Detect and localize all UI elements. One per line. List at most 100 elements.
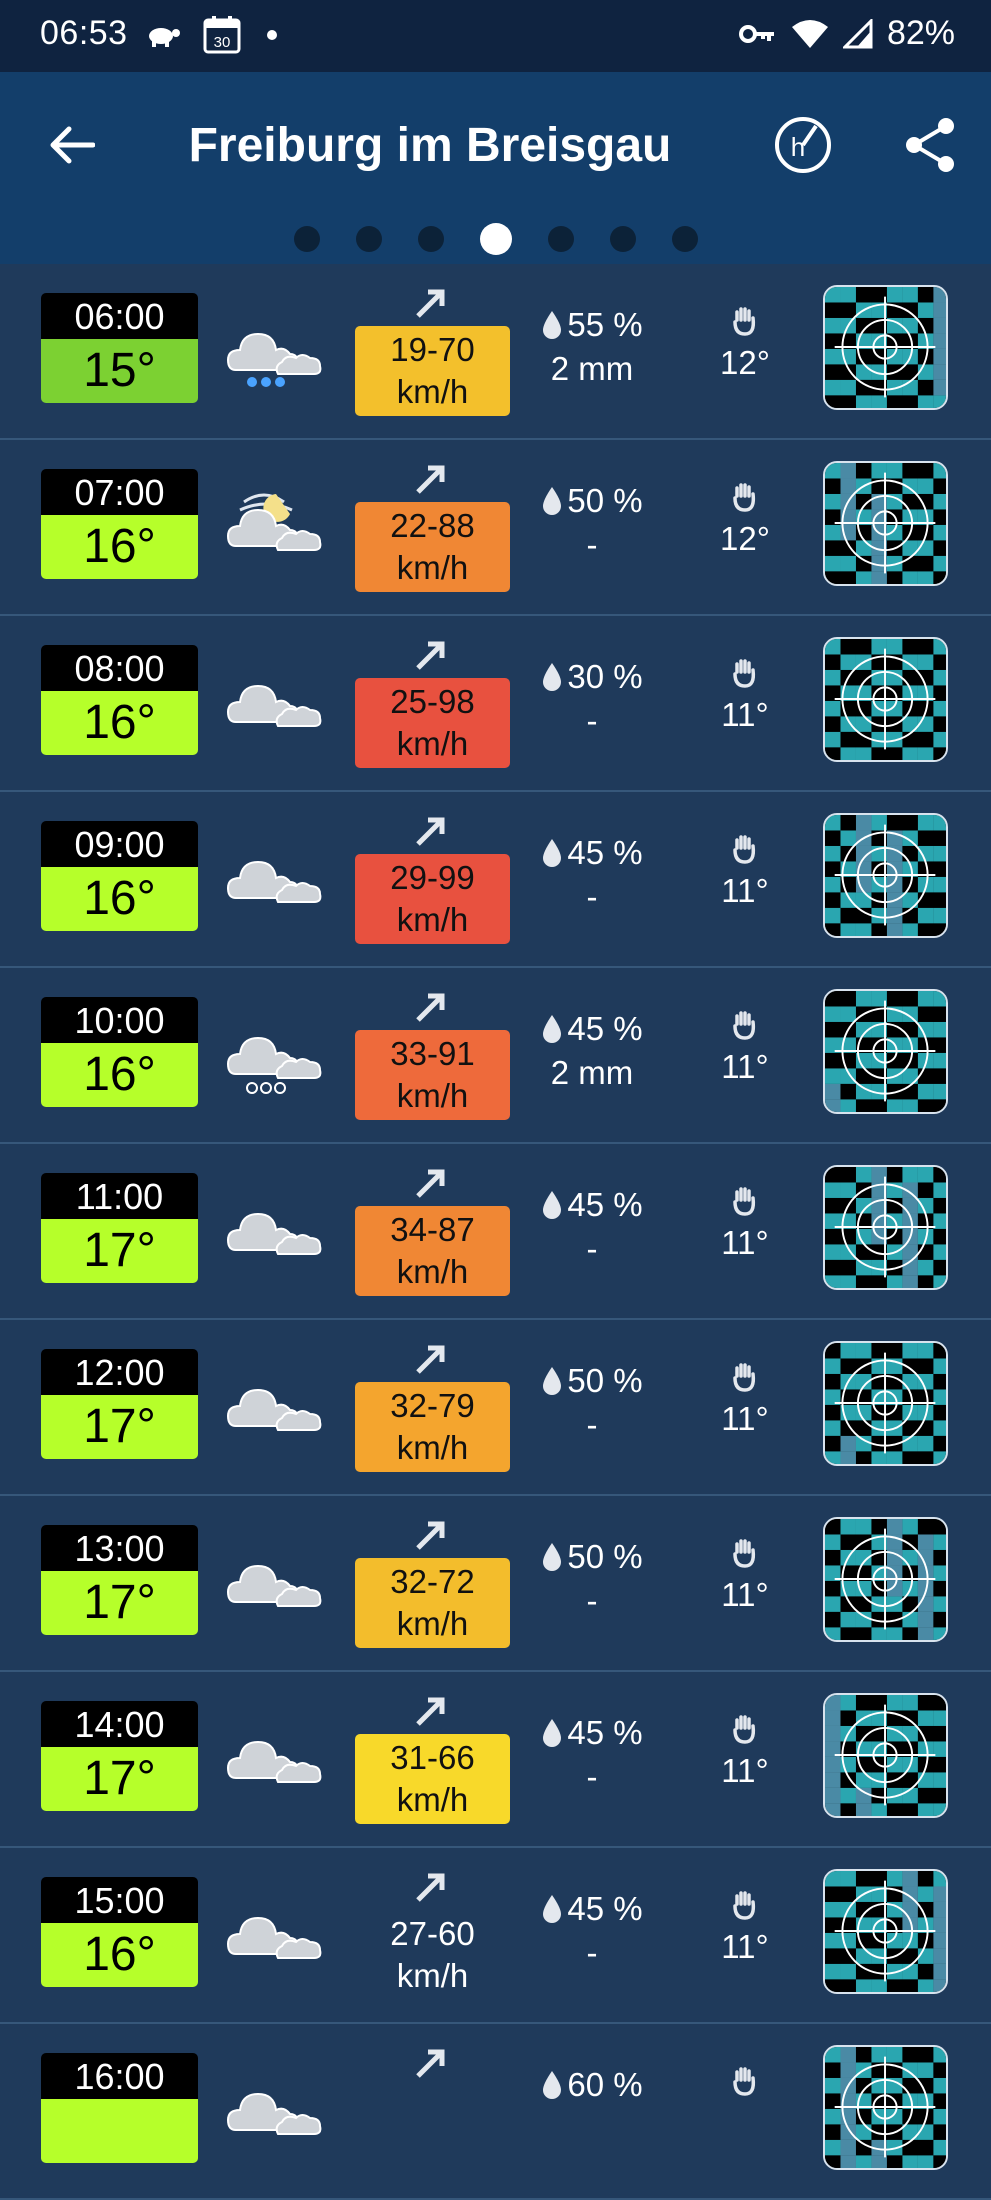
forecast-row[interactable]: 11:00 17° 34-87 km/h 45 % - 11° — [0, 1144, 991, 1320]
time-temp-box: 07:00 16° — [41, 469, 198, 579]
hand-icon — [733, 659, 756, 688]
feels-like-temp: 11° — [721, 1224, 769, 1261]
hourly-forecast-list[interactable]: 06:00 15° 19-70 km/h 55 % 2 mm 12° 07:00 16° 22-8… — [0, 264, 991, 2200]
feels-like-temp: 11° — [721, 1400, 769, 1437]
page-dot[interactable] — [355, 226, 382, 252]
rain-amount: - — [586, 702, 598, 739]
wind-unit: km/h — [396, 1253, 469, 1290]
radar-thumbnail[interactable] — [823, 1341, 948, 1466]
rain-amount: - — [586, 1230, 598, 1267]
feels-like-temp: 11° — [721, 1752, 769, 1789]
rain-amount: - — [586, 1582, 598, 1619]
feels-like-temp: 11° — [721, 1576, 769, 1613]
wind-range: 19-70 — [390, 331, 475, 368]
wind-direction-icon — [416, 465, 445, 494]
feels-like: 11° — [700, 1714, 790, 1790]
hand-icon — [733, 1539, 756, 1568]
wind-direction-icon — [416, 1697, 445, 1726]
precipitation: 45 % - — [532, 1714, 652, 1796]
radar-thumbnail[interactable] — [823, 285, 948, 410]
temperature-label: 17° — [41, 1219, 198, 1283]
time-temp-box: 08:00 16° — [41, 645, 198, 755]
rain-probability: 30 % — [567, 658, 643, 695]
wind-speed-box: 25-98 km/h — [355, 678, 510, 768]
feels-like: 12° — [700, 306, 790, 382]
page-dot[interactable] — [609, 226, 636, 252]
wind-direction-icon — [416, 1169, 445, 1198]
rain-probability: 45 % — [567, 834, 643, 871]
hour-label: 09:00 — [41, 821, 198, 867]
feels-like-temp: 11° — [721, 1048, 769, 1085]
hour-label: 13:00 — [41, 1525, 198, 1571]
wind-range: 32-79 — [390, 1387, 475, 1424]
hand-icon — [733, 483, 756, 512]
page-indicator — [0, 223, 991, 255]
radar-thumbnail[interactable] — [823, 1869, 948, 1994]
wind-unit: km/h — [396, 373, 469, 410]
radar-thumbnail[interactable] — [823, 637, 948, 762]
page-dot[interactable] — [671, 226, 698, 252]
forecast-row[interactable]: 10:00 16° 33-91 km/h 45 % 2 mm 11° — [0, 968, 991, 1144]
forecast-row[interactable]: 15:00 16° 27-60 km/h 45 % - 11° — [0, 1848, 991, 2024]
history-button[interactable]: h — [770, 112, 836, 178]
forecast-row[interactable]: 09:00 16° 29-99 km/h 45 % - 11° — [0, 792, 991, 968]
feels-like: 11° — [700, 834, 790, 910]
temperature-label: 16° — [41, 691, 198, 755]
wind-range: 31-66 — [390, 1739, 475, 1776]
radar-thumbnail[interactable] — [823, 1693, 948, 1818]
temperature-label: 16° — [41, 867, 198, 931]
wind-unit: km/h — [396, 1605, 469, 1642]
time-temp-box: 06:00 15° — [41, 293, 198, 403]
radar-thumbnail[interactable] — [823, 813, 948, 938]
wind-direction-icon — [416, 289, 445, 318]
wind-range: 32-72 — [390, 1563, 475, 1600]
forecast-row[interactable]: 14:00 17° 31-66 km/h 45 % - 11° — [0, 1672, 991, 1848]
wind-speed-box: 32-79 km/h — [355, 1382, 510, 1472]
page-dot[interactable] — [293, 226, 320, 252]
rain-amount: - — [586, 878, 598, 915]
signal-icon — [842, 18, 873, 48]
raindrop-icon — [543, 1191, 562, 1219]
forecast-row[interactable]: 12:00 17° 32-79 km/h 50 % - 11° — [0, 1320, 991, 1496]
hand-icon — [733, 1011, 756, 1040]
forecast-row[interactable]: 06:00 15° 19-70 km/h 55 % 2 mm 12° — [0, 264, 991, 440]
raindrop-icon — [543, 1719, 562, 1747]
wind-unit: km/h — [396, 901, 469, 938]
rain-amount: - — [586, 526, 598, 563]
time-temp-box: 14:00 17° — [41, 1701, 198, 1811]
wind-direction-icon — [416, 2049, 445, 2078]
page-dot[interactable] — [417, 226, 444, 252]
feels-like-temp: 11° — [721, 872, 769, 909]
forecast-row[interactable]: 07:00 16° 22-88 km/h 50 % - 12° — [0, 440, 991, 616]
share-button[interactable] — [898, 112, 964, 178]
wind-direction-icon — [416, 1521, 445, 1550]
page-title: Freiburg im Breisgau — [188, 119, 672, 172]
forecast-row[interactable]: 08:00 16° 25-98 km/h 30 % - 11° — [0, 616, 991, 792]
wind-unit: km/h — [396, 1957, 469, 1994]
wind-direction-icon — [416, 817, 445, 846]
battery-text: 82% — [886, 14, 955, 52]
forecast-row[interactable]: 13:00 17° 32-72 km/h 50 % - 11° — [0, 1496, 991, 1672]
radar-thumbnail[interactable] — [823, 989, 948, 1114]
hand-icon — [733, 835, 756, 864]
precipitation: 50 % - — [532, 482, 652, 564]
raindrop-icon — [543, 839, 562, 867]
hand-icon — [733, 1715, 756, 1744]
radar-thumbnail[interactable] — [823, 461, 948, 586]
radar-thumbnail[interactable] — [823, 1165, 948, 1290]
page-dot-active[interactable] — [479, 223, 512, 255]
radar-thumbnail[interactable] — [823, 2045, 948, 2170]
radar-thumbnail[interactable] — [823, 1517, 948, 1642]
precipitation: 45 % - — [532, 1890, 652, 1972]
rain-probability: 60 % — [567, 2066, 643, 2103]
rain-probability: 55 % — [567, 306, 643, 343]
feels-like: 11° — [700, 1538, 790, 1614]
rain-amount: 2 mm — [550, 350, 634, 387]
cloud-icon — [214, 1360, 334, 1460]
page-dot[interactable] — [547, 226, 574, 252]
time-temp-box: 12:00 17° — [41, 1349, 198, 1459]
forecast-row[interactable]: 16:00 60 % — [0, 2024, 991, 2200]
wind-speed-box: 22-88 km/h — [355, 502, 510, 592]
wind-speed-box: 19-70 km/h — [355, 326, 510, 416]
raindrop-icon — [543, 1543, 562, 1571]
